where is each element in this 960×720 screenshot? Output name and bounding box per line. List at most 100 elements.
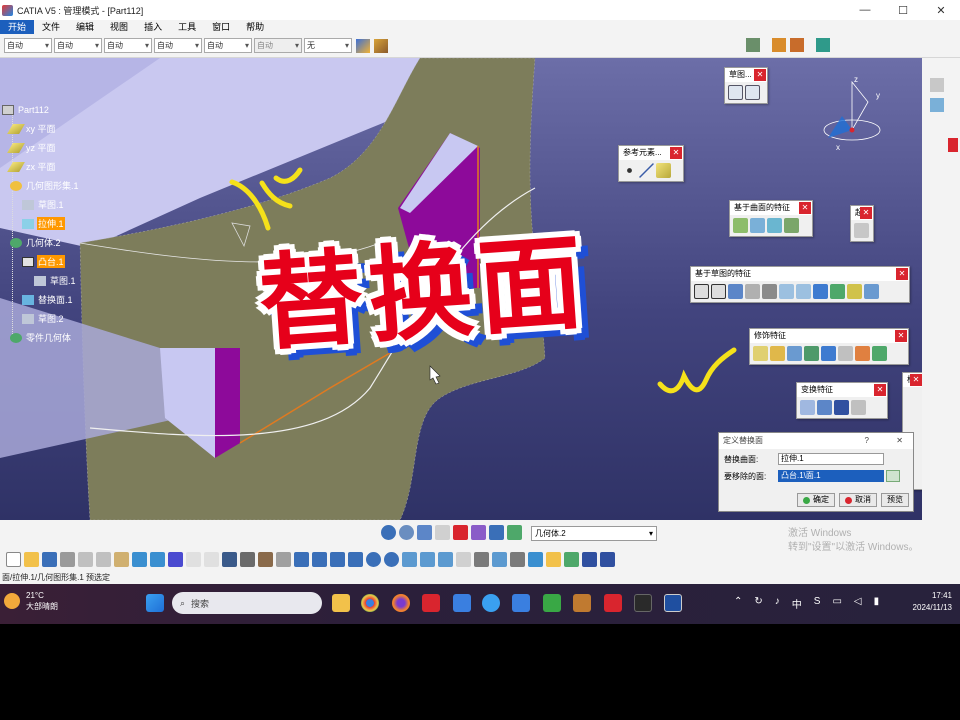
constraint-icon[interactable] (453, 525, 468, 540)
tree-root[interactable]: Part112 (2, 102, 50, 117)
app-icon[interactable] (512, 594, 530, 612)
print-icon[interactable] (60, 551, 75, 567)
parameters-icon[interactable] (489, 525, 504, 540)
tree-item-pad-sketch-1[interactable]: 草图.1 (34, 273, 77, 288)
shading-icon[interactable] (438, 551, 453, 567)
pan-icon[interactable] (294, 551, 309, 567)
cancel-button[interactable]: 取消 (839, 493, 877, 507)
whats-this-icon[interactable] (168, 551, 183, 567)
measure-item-icon[interactable] (564, 551, 579, 567)
tree-item-part-body[interactable]: 零件几何体 (10, 330, 72, 345)
tree-item-yz-plane[interactable]: yz 平面 (7, 140, 57, 155)
move-icon[interactable] (330, 551, 345, 567)
feature-icon[interactable] (854, 223, 869, 238)
maximize-button[interactable]: ☐ (884, 0, 922, 20)
app-icon[interactable] (482, 594, 500, 612)
toolbar-icon[interactable] (930, 98, 944, 112)
inertia-icon[interactable] (582, 551, 597, 567)
axis-system-icon[interactable] (417, 525, 432, 540)
menu-view[interactable]: 视图 (102, 20, 136, 34)
save-icon[interactable] (42, 551, 57, 567)
tree-item-extrude-1[interactable]: 拉伸.1 (22, 216, 65, 231)
hide-show-icon[interactable] (456, 551, 471, 567)
close-button[interactable]: ✕ (922, 0, 960, 20)
tree-item-pad-1[interactable]: 凸台.1 (22, 254, 65, 269)
start-icon[interactable] (146, 594, 164, 612)
close-icon[interactable]: ✕ (799, 202, 811, 214)
cut-icon[interactable] (78, 551, 93, 567)
measure-between-icon[interactable] (546, 551, 561, 567)
close-icon[interactable]: ✕ (910, 374, 922, 386)
ime-indicator[interactable]: 中 (792, 596, 802, 611)
paste-icon[interactable] (114, 551, 129, 567)
pattern-icon[interactable] (834, 400, 849, 415)
shell-icon[interactable] (804, 346, 819, 361)
point-symbol-combo[interactable]: 自动 (204, 38, 252, 53)
menu-insert[interactable]: 插入 (136, 20, 170, 34)
close-icon[interactable]: ✕ (896, 268, 908, 280)
formula-icon[interactable] (186, 551, 201, 567)
redo-icon[interactable] (150, 551, 165, 567)
menu-start[interactable]: 开始 (0, 20, 35, 34)
pad-icon[interactable] (694, 284, 709, 299)
zoom-out-icon[interactable] (384, 551, 399, 567)
speaker-icon[interactable]: ◁ (854, 596, 862, 611)
replace-surface-field[interactable]: 拉伸.1 (778, 453, 884, 465)
slot-icon[interactable] (796, 284, 811, 299)
compass-toggle-icon[interactable] (399, 525, 414, 540)
menu-help[interactable]: 帮助 (238, 20, 272, 34)
new-icon[interactable] (6, 551, 21, 567)
terminal-icon[interactable] (634, 594, 652, 612)
mirror-icon[interactable] (817, 400, 832, 415)
line-thickness-combo[interactable]: 自动 (104, 38, 152, 53)
rotate-icon[interactable] (312, 551, 327, 567)
line-icon[interactable] (639, 163, 654, 178)
tree-item-sketch-2[interactable]: 草图.2 (22, 311, 65, 326)
thread-icon[interactable] (838, 346, 853, 361)
measure-icon[interactable] (816, 38, 830, 52)
fill-color-combo[interactable]: 自动 (4, 38, 52, 53)
render-icon[interactable] (492, 551, 507, 567)
tree-item-sketch-1[interactable]: 草图.1 (22, 197, 65, 212)
tree-item-zx-plane[interactable]: zx 平面 (7, 159, 57, 174)
catalog-icon[interactable] (746, 38, 760, 52)
current-body-combo[interactable]: 几何体.2 (531, 526, 657, 541)
close-icon[interactable]: ✕ (670, 147, 682, 159)
line-type-combo[interactable]: 自动 (154, 38, 202, 53)
firefox-icon[interactable] (392, 594, 410, 612)
draft-icon[interactable] (787, 346, 802, 361)
face-list-icon[interactable] (886, 470, 900, 482)
tree-item-replace-face-1[interactable]: 替换面.1 (22, 292, 74, 307)
multi-section-solid-icon[interactable] (830, 284, 845, 299)
render-style-combo[interactable]: 自动 (254, 38, 302, 53)
rib-icon[interactable] (779, 284, 794, 299)
split-icon[interactable] (733, 218, 748, 233)
tree-item-geometrical-set[interactable]: 几何图形集.1 (10, 178, 80, 193)
ok-button[interactable]: 确定 (797, 493, 835, 507)
close-icon[interactable]: ✕ (874, 384, 886, 396)
scale-icon[interactable] (435, 525, 450, 540)
solid-combine-icon[interactable] (864, 284, 879, 299)
thickness-icon[interactable] (821, 346, 836, 361)
groove-icon[interactable] (745, 284, 760, 299)
minimize-button[interactable]: — (846, 0, 884, 20)
copy-icon[interactable] (96, 551, 111, 567)
chrome-icon[interactable] (361, 594, 379, 612)
wps-icon[interactable] (422, 594, 440, 612)
sew-surface-icon[interactable] (784, 218, 799, 233)
faces-to-remove-field[interactable]: 凸台.1\面.1 (778, 470, 884, 482)
update-icon[interactable] (276, 551, 291, 567)
knowledge-icon[interactable] (204, 551, 219, 567)
open-icon[interactable] (24, 551, 39, 567)
thick-surface-icon[interactable] (750, 218, 765, 233)
iso-view-icon[interactable] (420, 551, 435, 567)
apply-material-icon[interactable] (528, 551, 543, 567)
toolbar-icon[interactable] (930, 78, 944, 92)
scaling-icon[interactable] (851, 400, 866, 415)
hole-icon[interactable] (762, 284, 777, 299)
toolbar-icon[interactable] (948, 138, 958, 152)
format-painter-icon[interactable] (374, 38, 388, 53)
lighting-icon[interactable] (510, 551, 525, 567)
menu-tools[interactable]: 工具 (170, 20, 204, 34)
plane-icon[interactable] (656, 163, 671, 178)
